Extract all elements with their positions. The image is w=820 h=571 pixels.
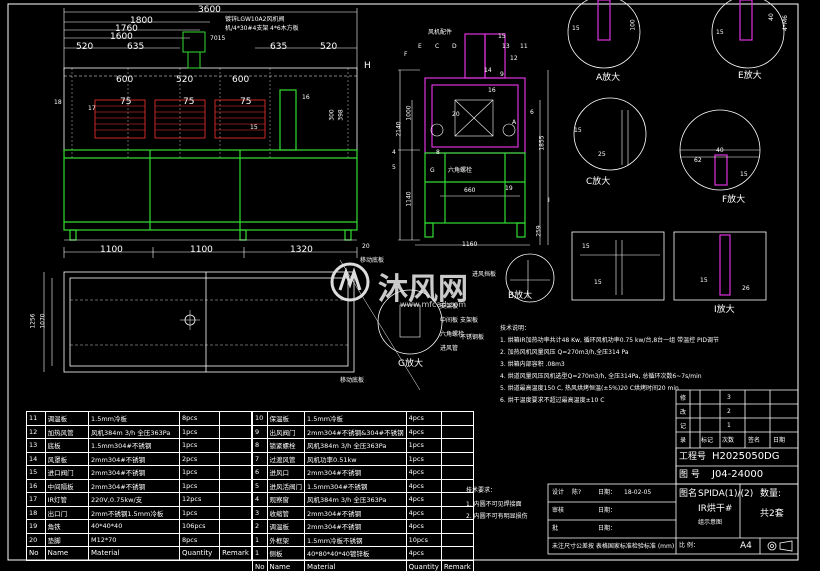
rev-head-3: 签名 — [748, 437, 761, 444]
subtitle-2: 组示意图 — [698, 519, 723, 526]
rev-head-4: 日期 — [773, 437, 786, 444]
paper-size: A4 — [740, 541, 752, 551]
approve-label: 批 — [552, 525, 559, 532]
projection-symbol-icon — [767, 540, 793, 552]
name-value: SPIDA(1)/(2) — [698, 489, 754, 499]
date-label-3: 日期： — [598, 525, 617, 532]
rev-label-2: 改 — [680, 409, 687, 416]
qty-label: 数量: — [760, 489, 782, 499]
check-label: 审核 — [552, 507, 565, 514]
design-label: 设计 — [552, 489, 565, 496]
rev-row-3: 3 — [727, 394, 731, 401]
date-label-2: 日期： — [598, 507, 617, 514]
project-no: H2025050DG — [712, 451, 780, 462]
name-label: 图名 — [679, 489, 698, 499]
drawing-no: J04-24000 — [712, 469, 764, 480]
rev-row-1: 1 — [727, 422, 731, 429]
cad-drawing-canvas[interactable]: 3600 1800 1760 1600 520 635 635 520 600 … — [0, 0, 820, 571]
rev-label-3: 记 — [680, 423, 687, 430]
project-label: 工程号 — [679, 452, 707, 462]
subtitle: IR烘干# — [698, 504, 733, 514]
drawing-label: 图 号 — [679, 470, 700, 480]
rev-row-2: 2 — [727, 408, 731, 415]
rev-head-1: 标记 — [701, 437, 714, 444]
title-block-lines — [547, 389, 799, 555]
rev-head-2: 次数 — [722, 437, 735, 444]
sheet-count: 共2套 — [760, 509, 784, 519]
design-name: 陈? — [572, 489, 582, 496]
date-value: 18-02-05 — [624, 489, 652, 496]
scale-label: 比 例： — [679, 542, 699, 549]
date-label: 日期： — [598, 489, 617, 496]
tolerance-note: 未注尺寸公差按 表格国家标准检验标准 (mm) — [552, 543, 675, 550]
rev-label-1: 修 — [680, 395, 687, 402]
rev-label-4: 录 — [680, 437, 687, 444]
